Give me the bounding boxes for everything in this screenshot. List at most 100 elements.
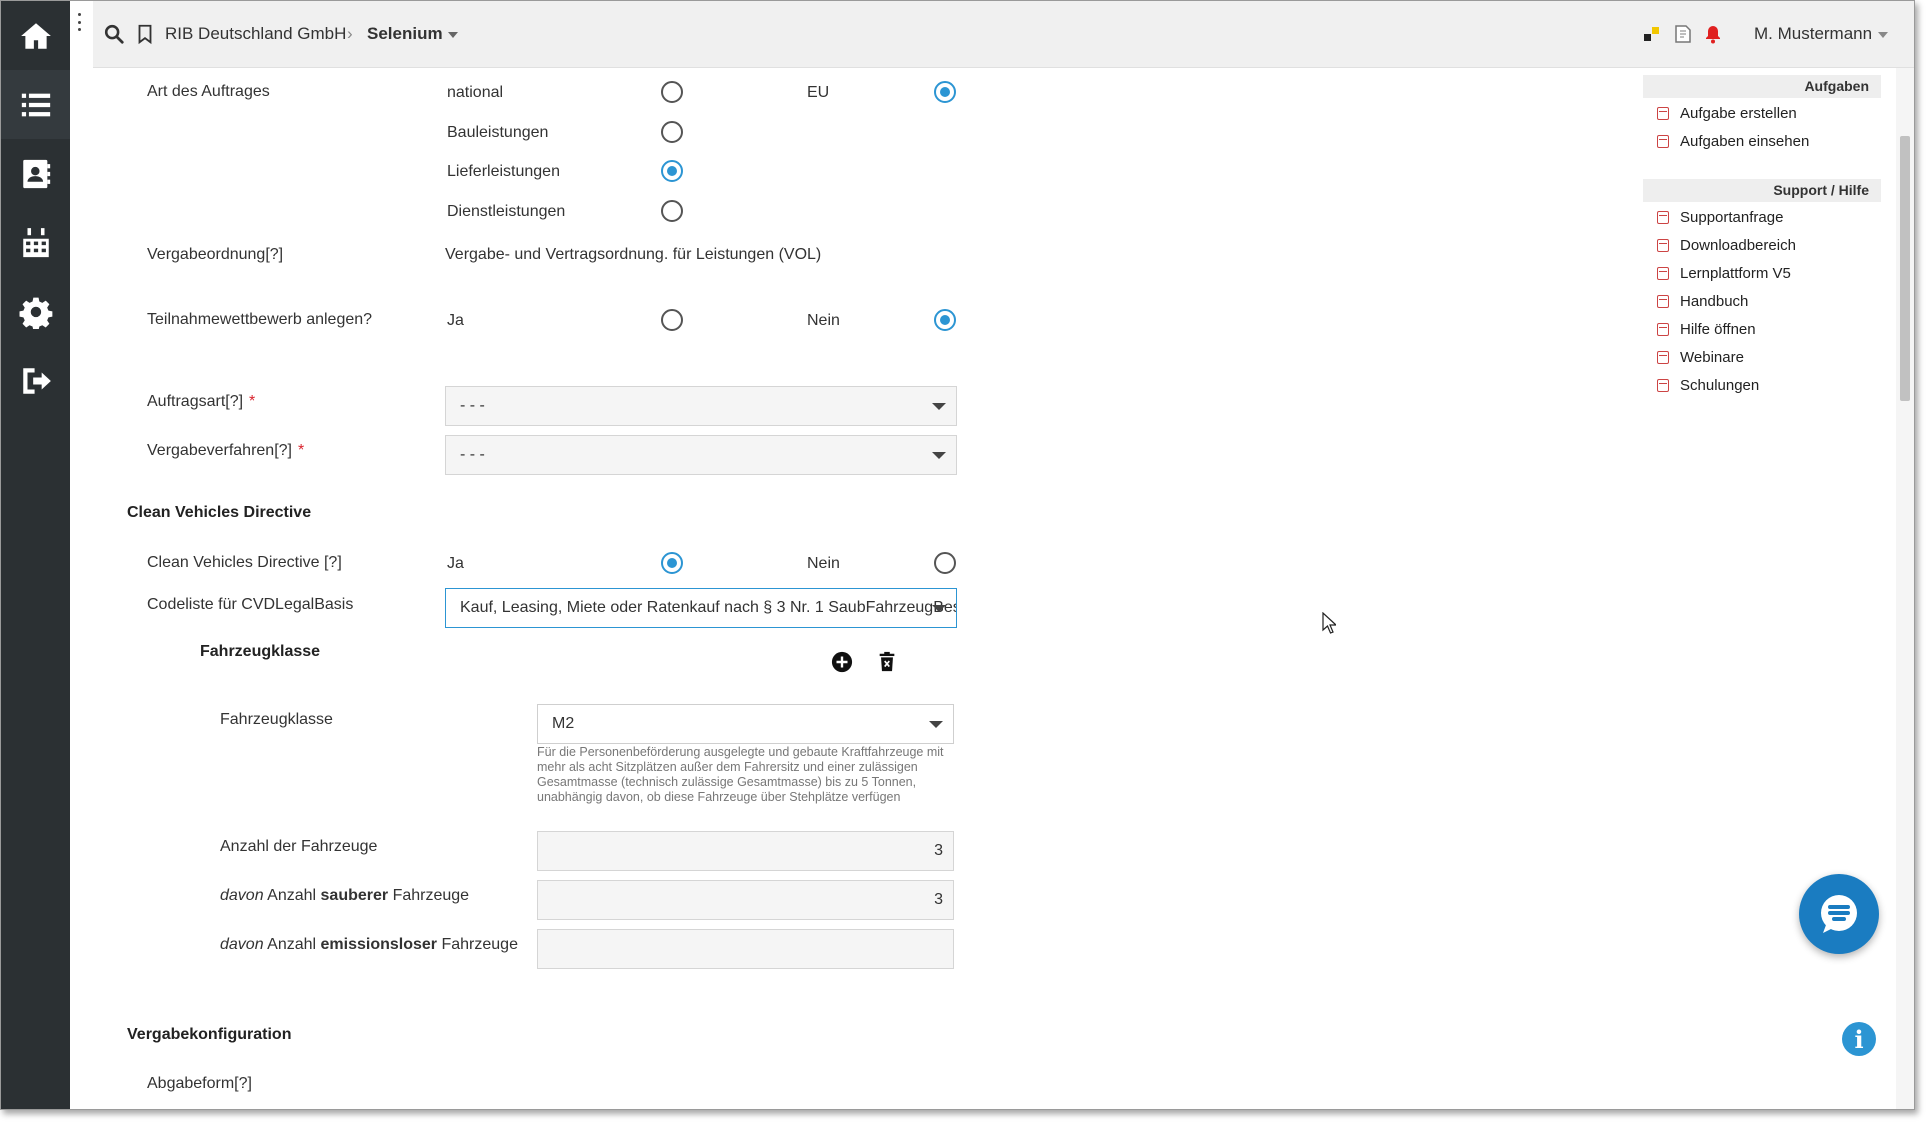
lernplattform-link[interactable]: Lernplattform V5 xyxy=(1657,265,1791,282)
dienstleistungen-label: Dienstleistungen xyxy=(447,203,566,220)
fahrzeugklasse-value: M2 xyxy=(552,715,575,732)
bauleistungen-label: Bauleistungen xyxy=(447,124,549,141)
auftragsart-select[interactable]: - - - xyxy=(445,386,957,426)
national-label: national xyxy=(447,84,504,101)
anzahl-fahrzeuge-input[interactable]: 3 xyxy=(537,831,954,871)
link-icon xyxy=(1657,211,1669,224)
list-icon xyxy=(21,93,50,116)
auftragsart-label[interactable]: Auftragsart[?] * xyxy=(147,393,255,411)
cvd-nein-radio[interactable] xyxy=(934,552,956,574)
bauleistungen-radio[interactable] xyxy=(661,121,683,143)
address-book-icon xyxy=(22,159,50,188)
chevron-down-icon xyxy=(1878,31,1889,38)
breadcrumb-separator-icon: › xyxy=(347,24,353,43)
cvd-section-title: Clean Vehicles Directive xyxy=(127,504,312,521)
breadcrumb-company[interactable]: RIB Deutschland GmbH xyxy=(165,24,346,44)
vertical-scrollbar[interactable] xyxy=(1896,68,1914,1109)
search-icon[interactable] xyxy=(103,23,125,45)
schulungen-link[interactable]: Schulungen xyxy=(1657,377,1759,394)
link-icon xyxy=(1657,239,1669,252)
top-bar: RIB Deutschland GmbH › Selenium M. Muste… xyxy=(93,1,1914,68)
codeliste-select[interactable]: Kauf, Leasing, Miete oder Ratenkauf nach… xyxy=(445,588,957,628)
info-icon[interactable]: i xyxy=(1842,1022,1876,1056)
handbuch-link[interactable]: Handbuch xyxy=(1657,293,1748,310)
settings-button[interactable] xyxy=(1,277,70,346)
home-button[interactable] xyxy=(1,1,70,70)
fahrzeugklasse-help-text: Für die Personenbeförderung ausgelegte u… xyxy=(537,745,944,804)
kebab-menu-icon[interactable] xyxy=(76,13,82,31)
emissionslos-label: davon Anzahl emissionsloser Fahrzeuge xyxy=(220,936,518,953)
vergabeverfahren-label[interactable]: Vergabeverfahren[?] * xyxy=(147,442,304,460)
chevron-down-icon xyxy=(932,605,946,612)
vergabekonfiguration-section-title: Vergabekonfiguration xyxy=(127,1026,292,1043)
logout-icon xyxy=(22,367,51,394)
sauber-input[interactable]: 3 xyxy=(537,880,954,920)
right-panel: Aufgaben Aufgabe erstellen Aufgaben eins… xyxy=(1643,68,1885,1109)
codeliste-value: Kauf, Leasing, Miete oder Ratenkauf nach… xyxy=(460,599,957,616)
link-icon xyxy=(1657,107,1669,120)
contacts-button[interactable] xyxy=(1,139,70,208)
teilnahmewettbewerb-nein-label: Nein xyxy=(807,312,840,329)
logout-button[interactable] xyxy=(1,346,70,415)
main-sidebar xyxy=(1,1,70,1109)
vergabeverfahren-value: - - - xyxy=(460,446,485,463)
document-flag-icon[interactable] xyxy=(1673,24,1693,44)
main-content: Art des Auftrages national EU Bauleistun… xyxy=(93,68,1638,1109)
scrollbar-thumb[interactable] xyxy=(1900,136,1910,401)
chat-bubble-icon xyxy=(1821,895,1857,933)
fahrzeugklasse-label: Fahrzeugklasse xyxy=(220,711,333,728)
hilfe-oeffnen-link[interactable]: Hilfe öffnen xyxy=(1657,321,1756,338)
delete-icon[interactable] xyxy=(876,651,898,673)
link-icon xyxy=(1657,267,1669,280)
calendar-button[interactable] xyxy=(1,208,70,277)
aufgaben-header: Aufgaben xyxy=(1643,75,1881,98)
webinare-link[interactable]: Webinare xyxy=(1657,349,1744,366)
aufgabe-erstellen-link[interactable]: Aufgabe erstellen xyxy=(1657,105,1797,122)
app-window: RIB Deutschland GmbH › Selenium M. Muste… xyxy=(0,0,1915,1110)
cvd-label[interactable]: Clean Vehicles Directive [?] xyxy=(147,554,342,572)
anzahl-fahrzeuge-label: Anzahl der Fahrzeuge xyxy=(220,838,378,855)
eu-radio[interactable] xyxy=(934,81,956,103)
chevron-down-icon xyxy=(929,721,943,728)
calendar-icon xyxy=(22,227,49,257)
codeliste-label: Codeliste für CVDLegalBasis xyxy=(147,596,354,613)
chevron-down-icon xyxy=(932,452,946,459)
add-circle-icon[interactable] xyxy=(831,651,853,673)
mouse-cursor-icon xyxy=(1322,612,1336,634)
link-icon xyxy=(1657,351,1669,364)
supportanfrage-link[interactable]: Supportanfrage xyxy=(1657,209,1783,226)
chevron-down-icon xyxy=(447,31,458,38)
lieferleistungen-radio[interactable] xyxy=(661,160,683,182)
eu-label: EU xyxy=(807,84,830,101)
aufgaben-einsehen-link[interactable]: Aufgaben einsehen xyxy=(1657,133,1809,150)
chat-button[interactable] xyxy=(1799,874,1879,954)
national-radio[interactable] xyxy=(661,81,683,103)
cvd-ja-radio[interactable] xyxy=(661,552,683,574)
status-indicator-icon[interactable] xyxy=(1643,25,1661,43)
dienstleistungen-radio[interactable] xyxy=(661,200,683,222)
downloadbereich-link[interactable]: Downloadbereich xyxy=(1657,237,1796,254)
list-button[interactable] xyxy=(1,70,70,139)
breadcrumb-module[interactable]: Selenium xyxy=(367,24,458,44)
notification-bell-icon[interactable] xyxy=(1703,24,1723,44)
user-menu[interactable]: M. Mustermann xyxy=(1754,24,1889,44)
auftragsart-value: - - - xyxy=(460,397,485,414)
art-des-auftrages-label: Art des Auftrages xyxy=(147,83,270,100)
vergabeordnung-label[interactable]: Vergabeordnung[?] xyxy=(147,246,283,264)
fahrzeugklasse-select[interactable]: M2 xyxy=(537,704,954,744)
support-header: Support / Hilfe xyxy=(1643,179,1881,202)
teilnahmewettbewerb-ja-label: Ja xyxy=(447,312,464,329)
emissionslos-input[interactable] xyxy=(537,929,954,969)
link-icon xyxy=(1657,323,1669,336)
cvd-nein-label: Nein xyxy=(807,555,840,572)
vergabeordnung-value: Vergabe- und Vertragsordnung. für Leistu… xyxy=(445,246,822,263)
home-icon xyxy=(20,22,51,49)
bookmark-icon[interactable] xyxy=(134,23,156,45)
link-icon xyxy=(1657,295,1669,308)
sauber-label: davon Anzahl sauberer Fahrzeuge xyxy=(220,887,470,904)
teilnahmewettbewerb-ja-radio[interactable] xyxy=(661,309,683,331)
teilnahmewettbewerb-nein-radio[interactable] xyxy=(934,309,956,331)
link-icon xyxy=(1657,379,1669,392)
abgabeform-label[interactable]: Abgabeform[?] xyxy=(147,1075,252,1093)
vergabeverfahren-select[interactable]: - - - xyxy=(445,435,957,475)
